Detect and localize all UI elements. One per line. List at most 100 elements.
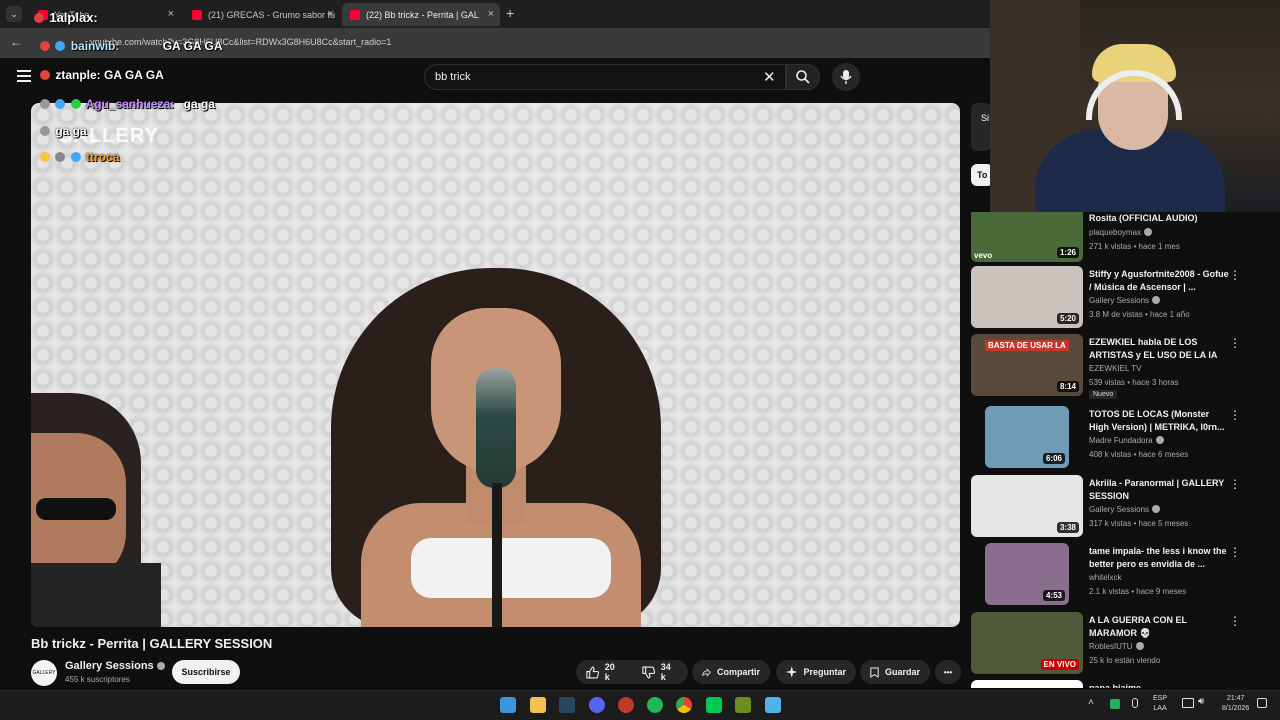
recommendation-item[interactable]: vevo 1:26 Rosita (OFFICIAL AUDIO) plaqueboy… [971, 212, 1271, 262]
channel-text: Madre Fundadora [1089, 436, 1153, 445]
chat-text: GA GA GA [104, 68, 164, 82]
recommendation-title[interactable]: Rosita (OFFICIAL AUDIO) [1089, 212, 1229, 225]
lang-bottom: LAA [1153, 705, 1167, 712]
discord-icon[interactable] [589, 697, 605, 713]
minecraft-icon[interactable] [735, 697, 751, 713]
more-options-icon[interactable]: ⋮ [1229, 268, 1241, 282]
tray-microphone-icon[interactable] [1132, 698, 1138, 708]
windows-start-icon[interactable] [500, 697, 516, 713]
recommendation-thumbnail[interactable]: BASTA DE USAR LA 8:14 [971, 334, 1083, 396]
menu-icon[interactable] [17, 70, 31, 82]
recommendation-title[interactable]: Stiffy y Agusfortnite2008 - Gofue / Músi… [1089, 268, 1229, 294]
vevo-logo: vevo [974, 251, 993, 260]
recommendation-item[interactable]: 6:06 TOTOS DE LOCAS (Monster High Version… [971, 406, 1271, 470]
notification-icon[interactable] [1257, 698, 1267, 708]
channel-text: RoblesIUTU [1089, 642, 1133, 651]
notepad-icon[interactable] [765, 697, 781, 713]
tab-list-chevron-icon[interactable]: ⌄ [6, 6, 22, 22]
network-icon[interactable] [1182, 698, 1194, 708]
recommendation-channel[interactable]: whitelxck [1089, 573, 1121, 582]
recommendation-thumbnail[interactable]: 3:38 [971, 475, 1083, 537]
app-icon[interactable] [618, 697, 634, 713]
recommendation-channel[interactable]: Gallery Sessions [1089, 296, 1161, 305]
recommendation-item[interactable]: 4:53 tame impala- the less i know the bet… [971, 543, 1271, 607]
video-player[interactable]: GALLERY [31, 103, 960, 627]
tab-grecas[interactable]: (21) GRECAS - Grumo sabor fu × [184, 3, 340, 26]
tray-app-icon[interactable] [1110, 699, 1120, 709]
tab-label: (22) Bb trickz - Perrita | GAL [366, 9, 479, 20]
recommendation-title[interactable]: Akriila - Paranormal | GALLERY SESSION [1089, 477, 1229, 503]
share-button[interactable]: Compartir [692, 660, 770, 684]
more-options-icon[interactable]: ⋮ [1229, 545, 1241, 559]
recommendation-channel[interactable]: Madre Fundadora [1089, 436, 1164, 445]
more-options-icon[interactable]: ⋮ [1229, 614, 1241, 628]
recommendation-channel[interactable]: RoblesIUTU [1089, 642, 1144, 651]
tab-close-icon[interactable]: × [488, 8, 494, 20]
sidebar-top-card[interactable]: Si [971, 103, 991, 151]
recommendation-thumbnail[interactable]: vevo 1:26 [971, 212, 1083, 262]
search-box[interactable]: bb trick ✕ [424, 64, 786, 90]
recommendation-channel[interactable]: Gallery Sessions [1089, 505, 1161, 514]
channel-name[interactable]: Gallery Sessions [65, 660, 165, 672]
chrome-icon[interactable] [676, 697, 692, 713]
badge-icon [40, 70, 50, 80]
chat-text: ga ga [183, 97, 215, 111]
save-button[interactable]: Guardar [860, 660, 930, 684]
more-options-icon[interactable]: ⋮ [1229, 477, 1241, 491]
recommendation-channel[interactable]: EZEWKIEL TV [1089, 364, 1141, 373]
more-options-icon[interactable]: ⋮ [1229, 408, 1241, 422]
recommendation-thumbnail[interactable]: 4:53 [985, 543, 1069, 605]
search-input[interactable]: bb trick [435, 71, 470, 83]
subscribe-button[interactable]: Suscribirse [172, 660, 240, 684]
channel-text: Gallery Sessions [1089, 505, 1150, 514]
clear-search-icon[interactable]: ✕ [763, 68, 776, 86]
more-options-icon[interactable]: ⋮ [1229, 336, 1241, 350]
badge-icon [40, 152, 50, 162]
recommendation-thumbnail[interactable] [971, 680, 1083, 688]
recommendation-title[interactable]: A LA GUERRA CON EL MARAMOR 💀 [1089, 614, 1229, 640]
recommendation-thumbnail[interactable]: 6:06 [985, 406, 1069, 468]
chat-user: ztanple: [55, 68, 101, 82]
recommendation-item[interactable]: BASTA DE USAR LA 8:14 EZEWKIEL habla DE LO… [971, 334, 1271, 399]
recommendation-channel[interactable]: plaqueboymax [1089, 228, 1153, 237]
recommendation-meta: 25 k lo están viendo [1089, 656, 1161, 665]
volume-icon[interactable]: 🔊︎ [1198, 696, 1204, 707]
back-arrow-icon[interactable]: ← [10, 35, 22, 49]
recommendation-title[interactable]: EZEWKIEL habla DE LOS ARTISTAS y EL USO … [1089, 336, 1229, 362]
recommendation-meta: 3.8 M de vistas • hace 1 año [1089, 310, 1190, 319]
chat-message: Agu_sanhueza: ga ga [40, 97, 215, 111]
recommendation-title[interactable]: TOTOS DE LOCAS (Monster High Version) | … [1089, 408, 1229, 434]
channel-text: plaqueboymax [1089, 228, 1142, 237]
capcut-icon[interactable] [706, 697, 722, 713]
voice-search-button[interactable] [832, 63, 860, 91]
tab-close-icon[interactable]: × [328, 8, 334, 20]
chat-text: GA GA GA [162, 39, 223, 53]
new-tab-button[interactable]: + [506, 5, 514, 21]
language-indicator[interactable]: ESP LAA [1153, 694, 1167, 714]
ask-button[interactable]: Preguntar [776, 660, 856, 684]
channel-avatar[interactable]: GALLERY [31, 660, 57, 686]
badge-icon [34, 13, 44, 23]
tab-bb-trickz[interactable]: (22) Bb trickz - Perrita | GAL × [342, 3, 500, 26]
steam-icon[interactable] [559, 697, 575, 713]
clock[interactable]: 21:47 8/1/2026 [1222, 694, 1249, 714]
recommendation-thumbnail[interactable]: EN VIVO [971, 612, 1083, 674]
recommendation-item[interactable]: 3:38 Akriila - Paranormal | GALLERY SESSI… [971, 475, 1271, 539]
recommendation-item[interactable]: EN VIVO A LA GUERRA CON EL MARAMOR 💀 Roble… [971, 612, 1271, 676]
recommendation-title[interactable]: papa biaime [1089, 682, 1229, 688]
recommendation-title[interactable]: tame impala- the less i know the better … [1089, 545, 1229, 571]
tab-close-icon[interactable]: × [168, 8, 174, 20]
like-button[interactable]: 20 k [576, 660, 632, 684]
more-actions-button[interactable]: ••• [935, 660, 961, 684]
search-button[interactable] [786, 64, 820, 90]
thumbs-up-icon [586, 665, 599, 679]
file-explorer-icon[interactable] [530, 697, 546, 713]
spotify-icon[interactable] [647, 697, 663, 713]
duration-badge: 5:20 [1056, 313, 1079, 324]
verified-icon [1135, 642, 1144, 650]
dislike-button[interactable]: 34 k [632, 660, 688, 684]
tray-chevron-icon[interactable]: ˄ [1088, 697, 1094, 708]
recommendation-item[interactable]: 5:20 Stiffy y Agusfortnite2008 - Gofue / … [971, 266, 1271, 330]
recommendation-item[interactable]: papa biaime [971, 680, 1271, 688]
recommendation-thumbnail[interactable]: 5:20 [971, 266, 1083, 328]
